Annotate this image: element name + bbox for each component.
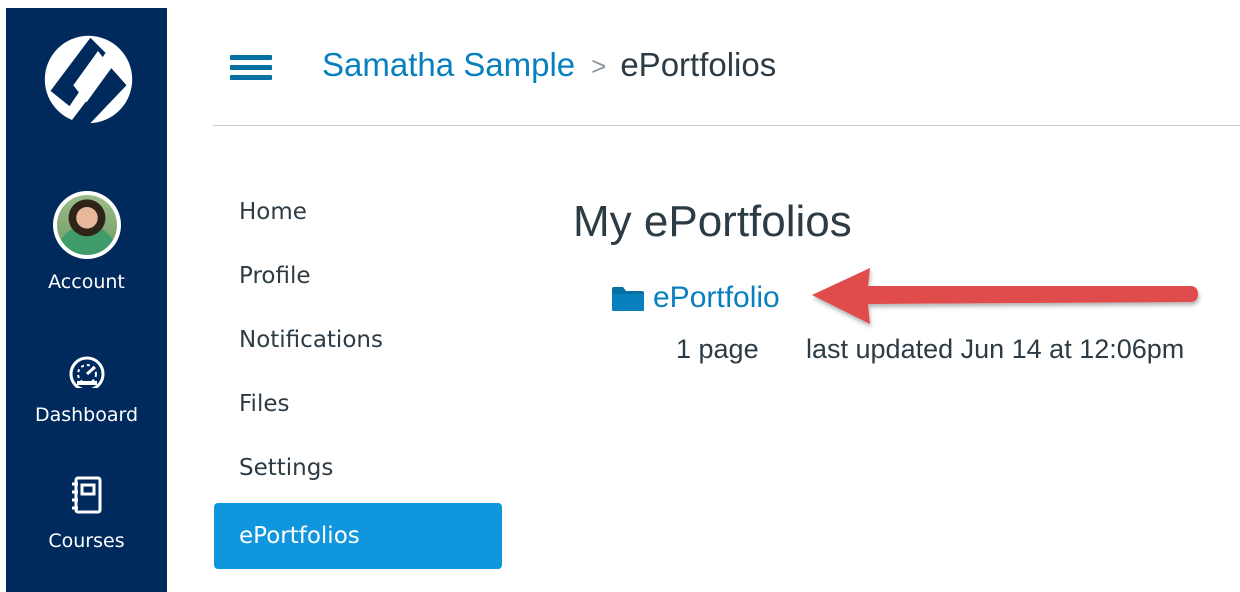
folder-icon <box>612 286 644 311</box>
eportfolio-name[interactable]: ePortfolio <box>653 281 780 315</box>
canvas-logo-icon[interactable] <box>41 32 136 127</box>
section-navigation: Home Profile Notifications Files Setting… <box>214 180 502 569</box>
avatar <box>52 191 121 259</box>
global-navigation: Account Dashboard Courses <box>6 8 167 592</box>
breadcrumb: Samatha Sample > ePortfolios <box>322 46 776 84</box>
nav-courses-label: Courses <box>48 530 125 552</box>
section-item-home[interactable]: Home <box>214 180 502 244</box>
courses-notebook-icon <box>71 476 101 514</box>
dashboard-gauge-icon <box>69 356 104 388</box>
section-item-files[interactable]: Files <box>214 372 502 436</box>
section-item-profile[interactable]: Profile <box>214 244 502 308</box>
nav-dashboard-label: Dashboard <box>34 404 139 426</box>
section-item-settings[interactable]: Settings <box>214 436 502 500</box>
nav-dashboard[interactable]: Dashboard <box>6 354 167 426</box>
header-divider <box>213 125 1240 126</box>
breadcrumb-separator: > <box>591 50 607 81</box>
breadcrumb-user-link[interactable]: Samatha Sample <box>322 46 575 84</box>
breadcrumb-current: ePortfolios <box>620 46 777 83</box>
eportfolio-link[interactable]: ePortfolio <box>611 281 780 315</box>
nav-account-label: Account <box>48 271 125 293</box>
nav-courses[interactable]: Courses <box>6 476 167 552</box>
eportfolio-page-count: 1 page <box>676 334 759 364</box>
avatar-photo <box>56 195 117 255</box>
eportfolio-last-updated: last updated Jun 14 at 12:06pm <box>806 334 1185 364</box>
hamburger-menu-icon[interactable] <box>230 55 272 81</box>
page-title: My ePortfolios <box>573 197 852 246</box>
section-item-notifications[interactable]: Notifications <box>214 308 502 372</box>
nav-account[interactable]: Account <box>6 191 167 293</box>
red-pointer-arrow <box>812 268 1198 324</box>
section-item-eportfolios[interactable]: ePortfolios <box>214 503 502 569</box>
